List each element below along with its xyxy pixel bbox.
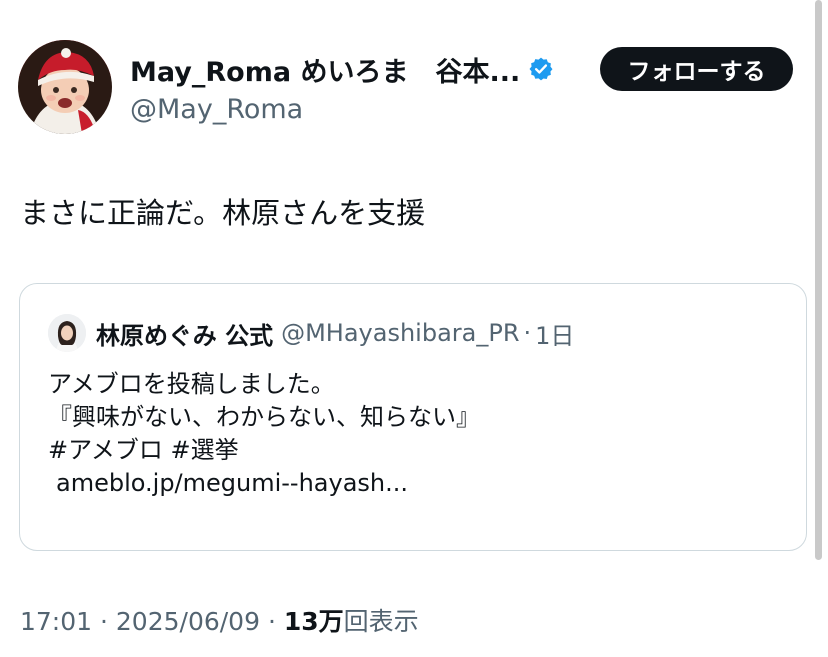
views-label: 回表示 [343,607,419,636]
tweet-header: May_Roma めいろま 谷本... @May_Roma フォローする [18,40,798,140]
display-name[interactable]: May_Roma めいろま 谷本... [130,50,520,89]
author-handle[interactable]: @May_Roma [130,94,600,125]
follow-button[interactable]: フォローする [600,47,793,91]
quoted-separator: · [523,319,532,347]
meta-separator: · [267,607,276,636]
quoted-hashtags[interactable]: #アメブロ #選挙 [48,434,480,467]
quoted-line: アメブロを投稿しました。 [48,370,335,398]
author-names: May_Roma めいろま 谷本... @May_Roma [130,50,600,125]
tweet-time[interactable]: 17:01 [20,607,92,636]
quoted-display-name[interactable]: 林原めぐみ 公式 [96,316,273,351]
tweet-date[interactable]: 2025/06/09 [116,607,260,636]
quoted-avatar[interactable] [48,314,86,352]
avatar[interactable] [18,40,112,134]
quoted-time[interactable]: 1日 [535,316,574,351]
display-name-row: May_Roma めいろま 谷本... [130,50,600,88]
quoted-tweet-header: 林原めぐみ 公式 @MHayashibara_PR · 1日 [48,314,574,352]
quoted-handle[interactable]: @MHayashibara_PR [281,319,519,347]
verified-badge-icon[interactable] [528,56,554,82]
scrollbar[interactable] [815,0,822,560]
views-count: 13万 [283,607,344,636]
tweet-text: まさに正論だ。林原さんを支援 [20,196,426,230]
quoted-link[interactable]: ameblo.jp/megumi--hayash... [48,467,480,500]
woman-avatar-image [48,314,86,352]
quoted-text: アメブロを投稿しました。 『興味がない、わからない、知らない』 #アメブロ #選… [48,368,480,500]
quoted-tweet[interactable]: 林原めぐみ 公式 @MHayashibara_PR · 1日 アメブロを投稿しま… [19,283,807,551]
tweet-meta: 17:01 · 2025/06/09 · 13万回表示 [20,602,419,638]
quoted-line: 『興味がない、わからない、知らない』 [48,403,480,431]
meta-separator: · [100,607,108,636]
baby-avatar-image [18,40,112,134]
